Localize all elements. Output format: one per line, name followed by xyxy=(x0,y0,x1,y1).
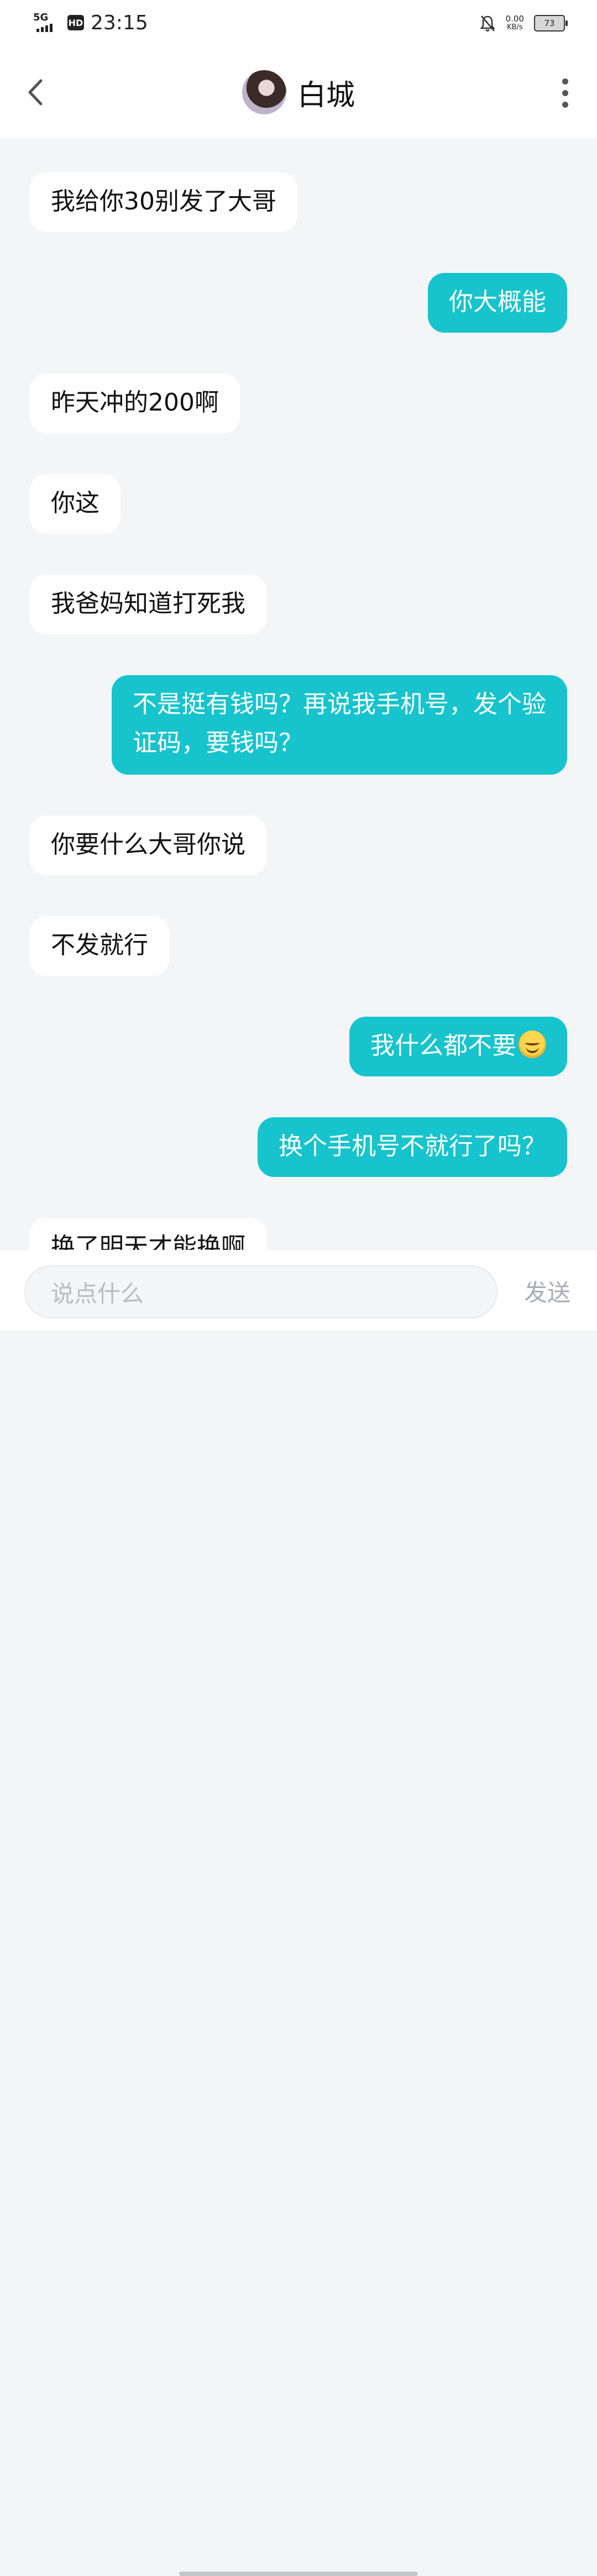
message-text: 你这 xyxy=(51,489,100,517)
message-bubble[interactable]: 不是挺有钱吗？再说我手机号，发个验 证码，要钱吗？ xyxy=(112,675,567,775)
message-bubble[interactable]: 不发就行 xyxy=(30,916,169,976)
battery-icon: 73 xyxy=(534,15,568,31)
smiling-face-icon xyxy=(519,1031,546,1058)
message-text-line: 证码，要钱吗？ xyxy=(133,729,303,757)
send-button[interactable]: 发送 xyxy=(524,1274,570,1308)
message-text: 不发就行 xyxy=(51,931,148,959)
message-text: 我什么都不要 xyxy=(370,1032,516,1060)
message-input[interactable]: 说点什么 xyxy=(24,1265,498,1318)
speed-value: 0.00 xyxy=(505,14,524,24)
message-bubble[interactable]: 我什么都不要 xyxy=(349,1017,567,1076)
hd-icon: HD xyxy=(67,15,84,30)
more-vertical-icon xyxy=(562,78,568,85)
mute-bell-icon xyxy=(479,15,495,31)
network-speed: 0.00 KB/s xyxy=(505,14,524,32)
page-title: 白城 xyxy=(297,78,355,112)
message-text: 你大概能 xyxy=(449,288,546,316)
status-left: 5G HD 23:15 xyxy=(33,10,148,35)
status-bar: 5G HD 23:15 0.00 KB/s 73 xyxy=(0,0,597,45)
message-bubble[interactable]: 换个手机号不就行了吗？ xyxy=(258,1117,567,1177)
message-bubble[interactable]: 昨天冲的200啊 xyxy=(30,374,240,433)
message-text: 我给你30别发了大哥 xyxy=(51,187,276,215)
message-bubble[interactable]: 我爸妈知道打死我 xyxy=(30,575,266,634)
message-bubble[interactable]: 换了明天才能换啊 xyxy=(30,1218,266,1250)
battery-level: 73 xyxy=(544,18,555,28)
message-text-line: 不是挺有钱吗？再说我手机号，发个验 xyxy=(133,690,546,718)
status-right: 0.00 KB/s 73 xyxy=(479,11,568,35)
home-indicator[interactable] xyxy=(179,2572,418,2576)
input-placeholder: 说点什么 xyxy=(51,1280,144,1307)
message-text: 换个手机号不就行了吗？ xyxy=(279,1132,546,1160)
message-bubble[interactable]: 你大概能 xyxy=(428,273,567,333)
network-type: 5G xyxy=(33,12,49,23)
message-text: 昨天冲的200啊 xyxy=(51,388,219,417)
avatar[interactable] xyxy=(242,70,286,114)
message-list[interactable]: 我给你30别发了大哥 你大概能 昨天冲的200啊 你这 我爸妈知道打死我 不是挺… xyxy=(0,138,597,1250)
message-text: 换了明天才能换啊 xyxy=(51,1233,245,1250)
clock: 23:15 xyxy=(91,11,148,34)
message-text: 我爸妈知道打死我 xyxy=(51,590,245,618)
chat-header: 白城 xyxy=(0,45,597,138)
signal-icon: 5G xyxy=(33,12,61,34)
message-bubble[interactable]: 我给你30别发了大哥 xyxy=(30,172,297,232)
title-group: 白城 xyxy=(0,69,597,116)
message-bubble[interactable]: 你要什么大哥你说 xyxy=(30,816,266,875)
more-button[interactable] xyxy=(549,72,580,114)
composer-bar: 说点什么 发送 xyxy=(0,1250,597,2576)
speed-unit: KB/s xyxy=(506,23,523,31)
message-text: 你要什么大哥你说 xyxy=(51,830,245,859)
message-bubble[interactable]: 你这 xyxy=(30,474,121,534)
